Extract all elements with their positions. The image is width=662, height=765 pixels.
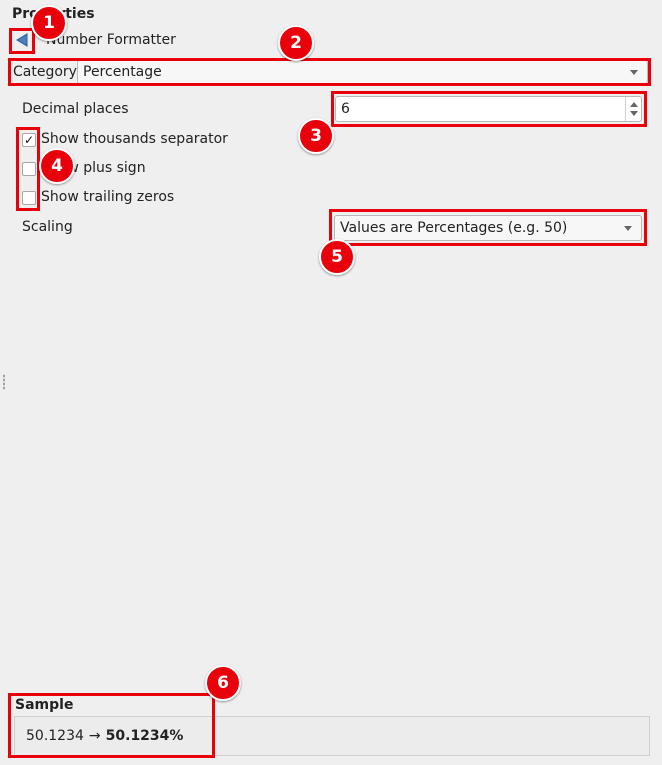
category-label: Category — [13, 64, 77, 80]
annotation-badge-2: 2 — [278, 25, 314, 61]
decimal-places-value: 6 — [341, 101, 350, 117]
formatter-title: Number Formatter — [46, 32, 176, 48]
annotation-badge-3: 3 — [298, 118, 334, 154]
trailing-zeros-checkbox[interactable] — [22, 191, 36, 205]
thousands-separator-label: Show thousands separator — [41, 131, 228, 147]
back-arrow-icon — [16, 33, 28, 47]
sample-arrow: → — [88, 728, 101, 744]
chevron-down-icon — [624, 226, 632, 231]
trailing-zeros-label: Show trailing zeros — [41, 189, 175, 205]
annotation-badge-5: 5 — [319, 239, 355, 275]
category-combobox[interactable]: Percentage — [77, 60, 648, 84]
scaling-value: Values are Percentages (e.g. 50) — [340, 220, 568, 236]
checkmark-icon: ✓ — [23, 133, 35, 147]
sample-preview: 50.1234 → 50.1234% — [14, 716, 650, 756]
splitter-handle[interactable] — [3, 374, 5, 390]
thousands-separator-checkbox[interactable]: ✓ — [22, 133, 36, 147]
sample-input: 50.1234 — [26, 728, 84, 744]
back-button[interactable] — [14, 32, 30, 48]
scaling-combobox[interactable]: Values are Percentages (e.g. 50) — [334, 215, 642, 241]
plus-sign-checkbox[interactable] — [22, 162, 36, 176]
scaling-label: Scaling — [22, 219, 73, 235]
sample-title: Sample — [15, 697, 74, 713]
chevron-down-icon — [630, 70, 638, 75]
spin-buttons[interactable] — [625, 97, 641, 121]
spin-down-icon[interactable] — [630, 111, 638, 116]
sample-output: 50.1234% — [105, 728, 184, 744]
annotation-badge-6: 6 — [205, 665, 241, 701]
decimal-places-label: Decimal places — [22, 101, 129, 117]
annotation-badge-1: 1 — [31, 5, 67, 41]
annotation-badge-4: 4 — [39, 148, 75, 184]
category-value: Percentage — [83, 64, 162, 80]
spin-up-icon[interactable] — [630, 102, 638, 107]
decimal-places-spinbox[interactable]: 6 — [335, 96, 642, 122]
